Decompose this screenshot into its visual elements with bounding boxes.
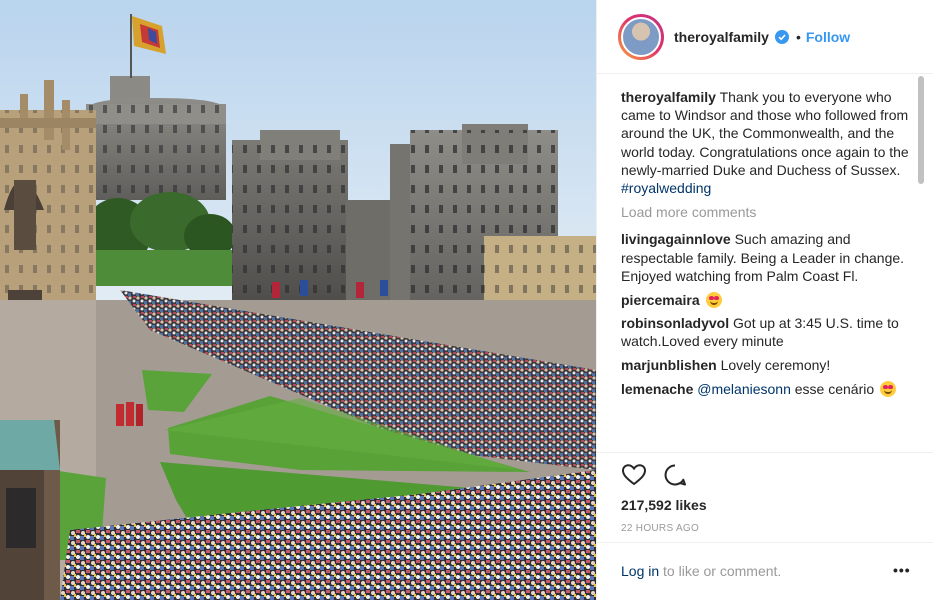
comment-username[interactable]: piercemaira (621, 292, 700, 308)
avatar[interactable] (618, 13, 664, 60)
hashtag-link[interactable]: #royalwedding (621, 180, 711, 196)
comments-scrollbar[interactable] (916, 76, 925, 452)
comment-username[interactable]: marjunblishen (621, 357, 717, 373)
likes-count[interactable]: 217,592 likes (621, 497, 707, 513)
mention-link[interactable]: @melaniesonn (697, 381, 791, 397)
login-link[interactable]: Log in (621, 563, 659, 579)
comment-bubble-icon[interactable] (663, 463, 687, 492)
heart-eyes-emoji-icon (880, 380, 897, 397)
separator-dot: • (795, 28, 801, 45)
avatar-image (621, 16, 661, 57)
post-side-panel: theroyalfamily • Follow theroyalfamily T… (596, 0, 936, 600)
heart-eyes-emoji-icon (705, 291, 722, 308)
comment-username[interactable]: robinsonladyvol (621, 315, 729, 331)
post-actions: 217,592 likes 22 HOURS AGO (597, 452, 933, 534)
comment-item: marjunblishen Lovely ceremony! (621, 356, 911, 374)
heart-icon[interactable] (621, 463, 647, 492)
verified-badge-icon (774, 29, 789, 44)
login-prompt-text: to like or comment. (659, 563, 782, 579)
post-header: theroyalfamily • Follow (597, 0, 933, 74)
follow-button[interactable]: Follow (806, 29, 850, 45)
login-prompt: Log in to like or comment. (621, 563, 781, 579)
post-photo[interactable] (0, 0, 596, 600)
comment-username[interactable]: livingagainnlove (621, 231, 731, 247)
action-icons (621, 463, 687, 492)
header-username[interactable]: theroyalfamily (674, 29, 769, 45)
comment-username[interactable]: lemenache (621, 381, 693, 397)
comment-item: livingagainnlove Such amazing and respec… (621, 230, 911, 285)
login-footer: Log in to like or comment. ••• (597, 542, 933, 600)
load-more-comments-button[interactable]: Load more comments (621, 203, 911, 221)
comment-text: Lovely ceremony! (720, 357, 831, 374)
comments-list: theroyalfamily Thank you to everyone who… (621, 88, 911, 404)
more-options-icon[interactable]: ••• (893, 562, 911, 578)
comment-text: esse cenário (794, 380, 875, 397)
caption-username[interactable]: theroyalfamily (621, 89, 716, 105)
post-timestamp: 22 HOURS AGO (621, 523, 700, 534)
comment-item: lemenache @melaniesonn esse cenário (621, 380, 911, 398)
caption: theroyalfamily Thank you to everyone who… (621, 88, 911, 197)
comment-item: robinsonladyvol Got up at 3:45 U.S. time… (621, 314, 911, 350)
comment-item: piercemaira (621, 291, 911, 309)
scrollbar-thumb[interactable] (918, 76, 924, 184)
windsor-castle-image (0, 0, 596, 600)
